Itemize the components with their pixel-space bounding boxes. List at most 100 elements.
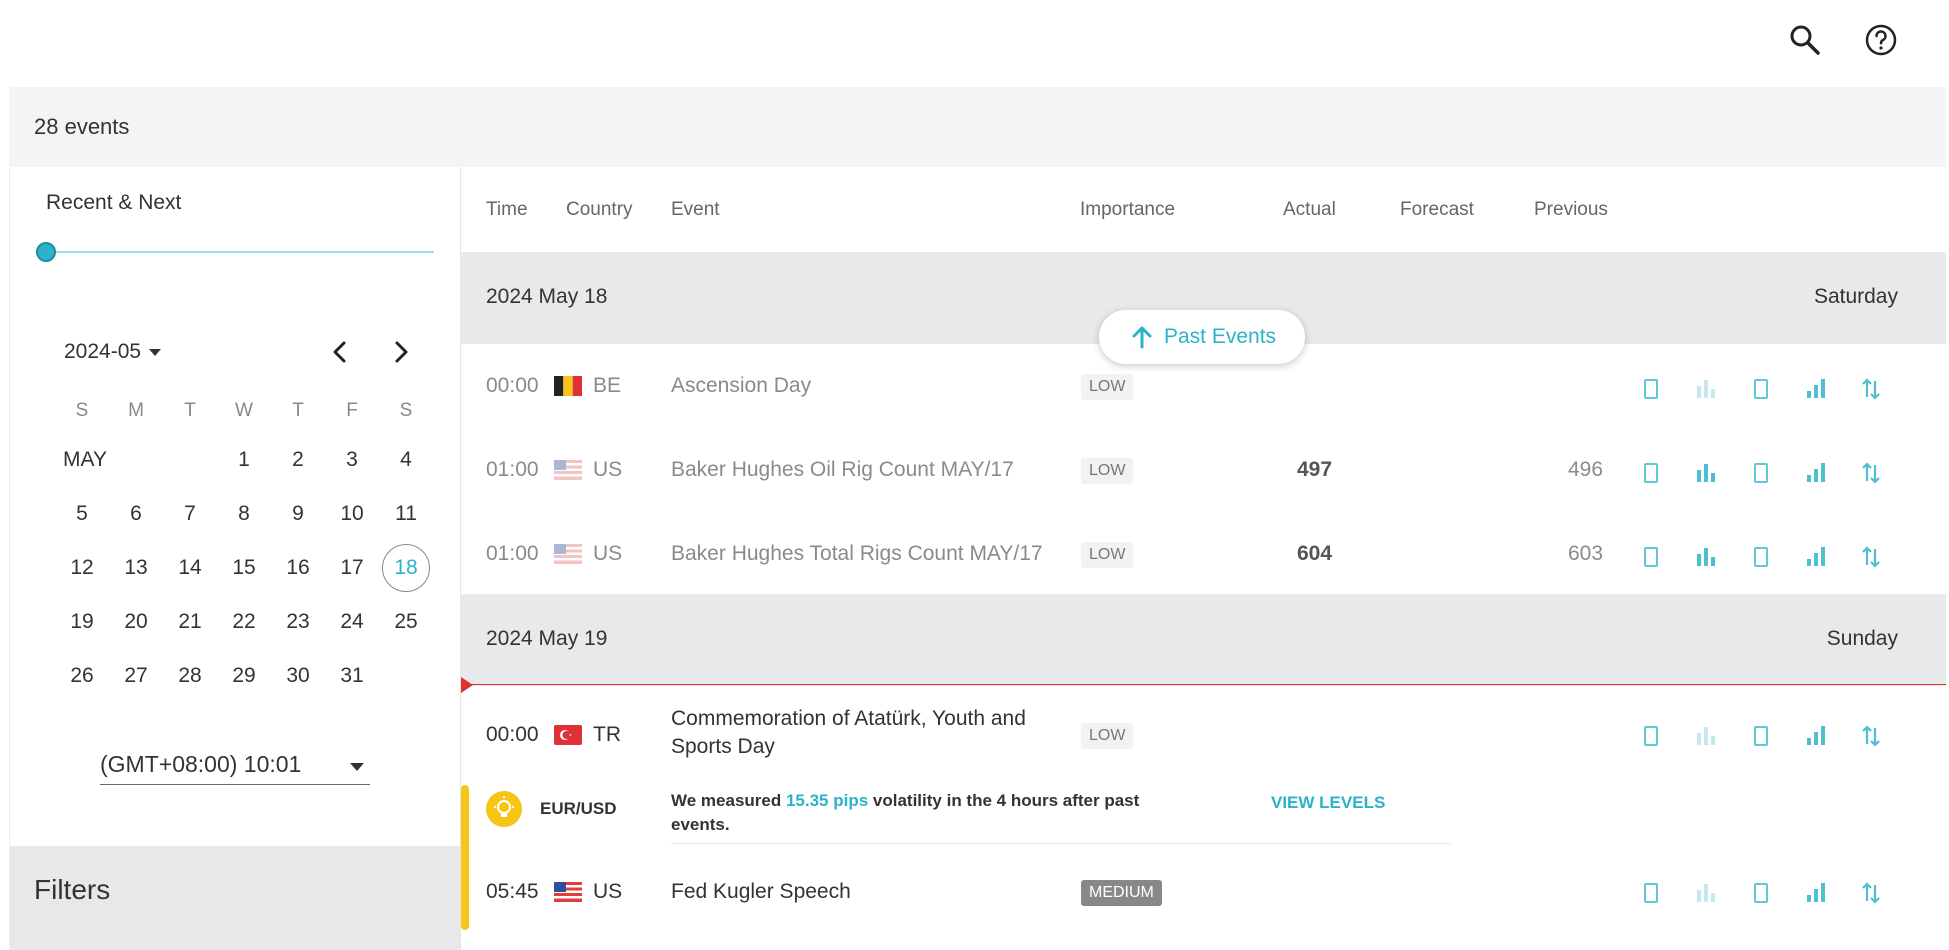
history-chart-icon[interactable] (1678, 542, 1733, 572)
calendar-day[interactable]: 7 (163, 502, 217, 526)
calendar-day[interactable]: 25 (379, 610, 433, 634)
event-name[interactable]: Fed Kugler Speech (671, 880, 851, 904)
note-icon[interactable] (1733, 721, 1788, 751)
signal-bars-icon[interactable] (1788, 878, 1843, 908)
note-icon[interactable] (1733, 878, 1788, 908)
row-actions (1623, 721, 1898, 751)
chevron-left-icon[interactable] (325, 335, 355, 369)
history-chart-icon[interactable] (1678, 878, 1733, 908)
event-country: US (593, 458, 623, 481)
month-select[interactable]: 2024-05 (64, 340, 162, 364)
calendar-day[interactable]: 1 (217, 448, 271, 472)
calendar-day[interactable]: 14 (163, 556, 217, 580)
signal-bars-icon[interactable] (1788, 542, 1843, 572)
bookmark-icon[interactable] (1623, 374, 1678, 404)
calendar-day[interactable]: 16 (271, 556, 325, 580)
calendar-day-selected[interactable]: 18 (379, 544, 433, 592)
range-slider-handle[interactable] (36, 242, 56, 262)
event-actual: 604 (1297, 542, 1333, 565)
table-row[interactable]: 05:45 US Fed Kugler Speech MEDIUM (461, 850, 1946, 934)
history-chart-icon[interactable] (1678, 374, 1733, 404)
calendar-day[interactable]: 21 (163, 610, 217, 634)
calendar-day[interactable]: 3 (325, 448, 379, 472)
note-icon[interactable] (1733, 458, 1788, 488)
day-date: 2024 May 18 (486, 285, 608, 308)
calendar-day[interactable]: 6 (109, 502, 163, 526)
calendar-day[interactable]: 26 (55, 664, 109, 688)
weekday-label: W (235, 400, 253, 421)
caret-down-icon (149, 348, 162, 356)
calendar-week: 19 20 21 22 23 24 25 (55, 595, 433, 649)
view-levels-link[interactable]: VIEW LEVELS (1271, 793, 1385, 813)
table-row[interactable]: 00:00 TR Commemoration of Atatürk, Youth… (461, 685, 1946, 785)
calendar-day[interactable]: 15 (217, 556, 271, 580)
importance-badge: LOW (1081, 374, 1134, 400)
bookmark-icon[interactable] (1623, 458, 1678, 488)
calendar-day[interactable]: 12 (55, 556, 109, 580)
event-name-line2[interactable]: Sports Day (671, 735, 775, 759)
note-icon[interactable] (1733, 542, 1788, 572)
column-header-previous: Previous (1534, 199, 1608, 220)
event-time: 00:00 (486, 374, 539, 397)
calendar-day[interactable]: 23 (271, 610, 325, 634)
calendar-day[interactable]: 4 (379, 448, 433, 472)
sort-arrows-icon[interactable] (1843, 374, 1898, 404)
calendar-day[interactable]: 9 (271, 502, 325, 526)
selected-day-label: 18 (382, 544, 430, 592)
calendar-day[interactable]: 28 (163, 664, 217, 688)
signal-bars-icon[interactable] (1788, 458, 1843, 488)
calendar-day[interactable]: 11 (379, 502, 433, 526)
calendar-day[interactable]: 31 (325, 664, 379, 688)
bookmark-icon[interactable] (1623, 721, 1678, 751)
sort-arrows-icon[interactable] (1843, 542, 1898, 572)
range-label: Recent & Next (46, 191, 182, 214)
event-name[interactable]: Ascension Day (671, 374, 811, 398)
chevron-right-icon[interactable] (386, 335, 416, 369)
calendar-day[interactable]: 20 (109, 610, 163, 634)
month-select-value: 2024-05 (64, 340, 142, 363)
timezone-select[interactable]: (GMT+08:00) 10:01 (100, 751, 370, 785)
event-name-line1[interactable]: Commemoration of Atatürk, Youth and (671, 707, 1026, 731)
weekday-label: M (128, 400, 144, 421)
calendar-day[interactable]: 19 (55, 610, 109, 634)
row-actions (1623, 542, 1898, 572)
calendar-day[interactable]: 10 (325, 502, 379, 526)
past-events-button[interactable]: Past Events (1099, 310, 1305, 364)
insight-divider (671, 843, 1451, 844)
signal-bars-icon[interactable] (1788, 721, 1843, 751)
event-time: 01:00 (486, 542, 539, 565)
history-chart-icon[interactable] (1678, 721, 1733, 751)
signal-bars-icon[interactable] (1788, 374, 1843, 404)
table-row[interactable]: 01:00 US Baker Hughes Oil Rig Count MAY/… (461, 428, 1946, 512)
calendar-day[interactable]: 27 (109, 664, 163, 688)
calendar-day[interactable]: 8 (217, 502, 271, 526)
currency-pair: EUR/USD (540, 799, 617, 818)
flag-tr-icon (554, 725, 582, 745)
bookmark-icon[interactable] (1623, 878, 1678, 908)
column-header-actual: Actual (1283, 199, 1336, 220)
range-slider-track[interactable] (46, 251, 434, 253)
event-name[interactable]: Baker Hughes Total Rigs Count MAY/17 (671, 542, 1043, 566)
calendar-day[interactable]: 30 (271, 664, 325, 688)
note-icon[interactable] (1733, 374, 1788, 404)
help-icon[interactable] (1863, 22, 1899, 58)
calendar-day[interactable]: 5 (55, 502, 109, 526)
search-icon[interactable] (1787, 22, 1823, 58)
calendar-day[interactable]: 17 (325, 556, 379, 580)
calendar: S M T W T F S MAY 1 2 3 4 5 6 7 8 9 10 1… (55, 389, 433, 703)
bookmark-icon[interactable] (1623, 542, 1678, 572)
event-name[interactable]: Baker Hughes Oil Rig Count MAY/17 (671, 458, 1014, 482)
row-actions (1623, 878, 1898, 908)
calendar-day[interactable]: 2 (271, 448, 325, 472)
arrow-up-icon (1132, 326, 1152, 349)
sort-arrows-icon[interactable] (1843, 721, 1898, 751)
calendar-day[interactable]: 22 (217, 610, 271, 634)
calendar-day[interactable]: 13 (109, 556, 163, 580)
calendar-day[interactable]: 24 (325, 610, 379, 634)
filters-header[interactable]: Filters (10, 846, 462, 950)
history-chart-icon[interactable] (1678, 458, 1733, 488)
sort-arrows-icon[interactable] (1843, 458, 1898, 488)
sort-arrows-icon[interactable] (1843, 878, 1898, 908)
calendar-day[interactable]: 29 (217, 664, 271, 688)
table-row[interactable]: 01:00 US Baker Hughes Total Rigs Count M… (461, 512, 1946, 596)
